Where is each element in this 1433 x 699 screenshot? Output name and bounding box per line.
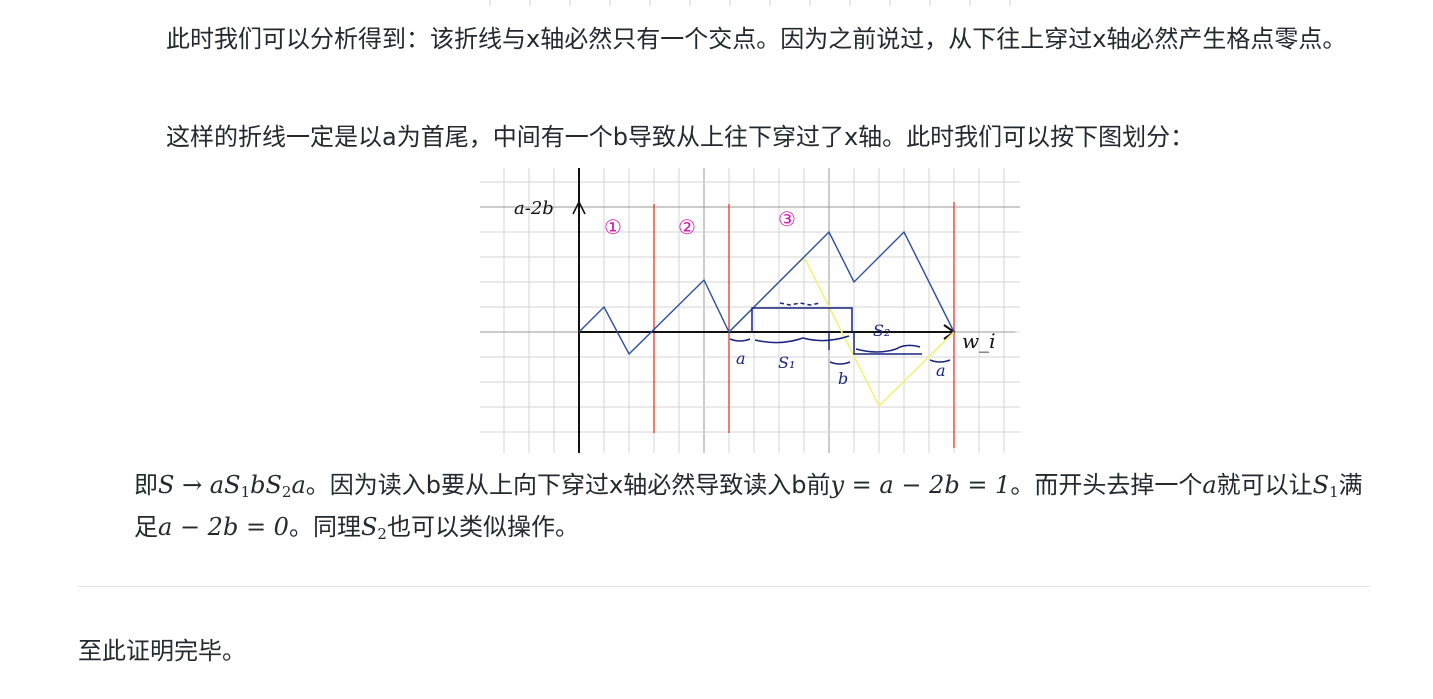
grid-sketch-figure: a S₁ b S₂ a a-2b w_i ① ② ③ xyxy=(480,168,1020,453)
x-axis-label: w_i xyxy=(962,329,996,353)
y-axis-label: a-2b xyxy=(514,198,554,219)
segment-annotations xyxy=(729,302,951,365)
label-s2: S₂ xyxy=(873,321,890,340)
region-label-1: ① xyxy=(604,215,622,239)
math-production: S → aS1bS2a xyxy=(158,471,306,501)
math-zero-equation: a − 2b = 0 xyxy=(158,513,289,541)
paragraph-split-description: 这样的折线一定是以a为首尾，中间有一个b导致从上往下穿过了x轴。此时我们可以按下… xyxy=(166,123,1195,151)
blue-path-line xyxy=(578,230,955,356)
label-a-left: a xyxy=(736,349,746,368)
math-s2: S2 xyxy=(360,513,387,543)
region-label-3: ③ xyxy=(778,207,796,231)
horizontal-divider xyxy=(78,586,1370,587)
paragraph-conclusion: 至此证明完毕。 xyxy=(78,637,246,665)
math-y-equation: y = a − 2b = 1 xyxy=(830,471,1011,499)
paragraph-grammar-derivation: 即S → aS1bS2a。因为读入b要从上向下穿过x轴必然导致读入b前y = a… xyxy=(134,471,1363,543)
paragraph-analysis: 此时我们可以分析得到：该折线与x轴必然只有一个交点。因为之前说过，从下往上穿过x… xyxy=(166,25,1347,53)
top-cropped-grid xyxy=(489,0,1011,6)
math-s1: S1 xyxy=(1312,471,1339,501)
label-b: b xyxy=(838,369,848,388)
label-s1: S₁ xyxy=(778,353,795,372)
region-label-2: ② xyxy=(678,215,696,239)
label-a-right: a xyxy=(936,361,946,380)
math-a: a xyxy=(1202,471,1217,499)
